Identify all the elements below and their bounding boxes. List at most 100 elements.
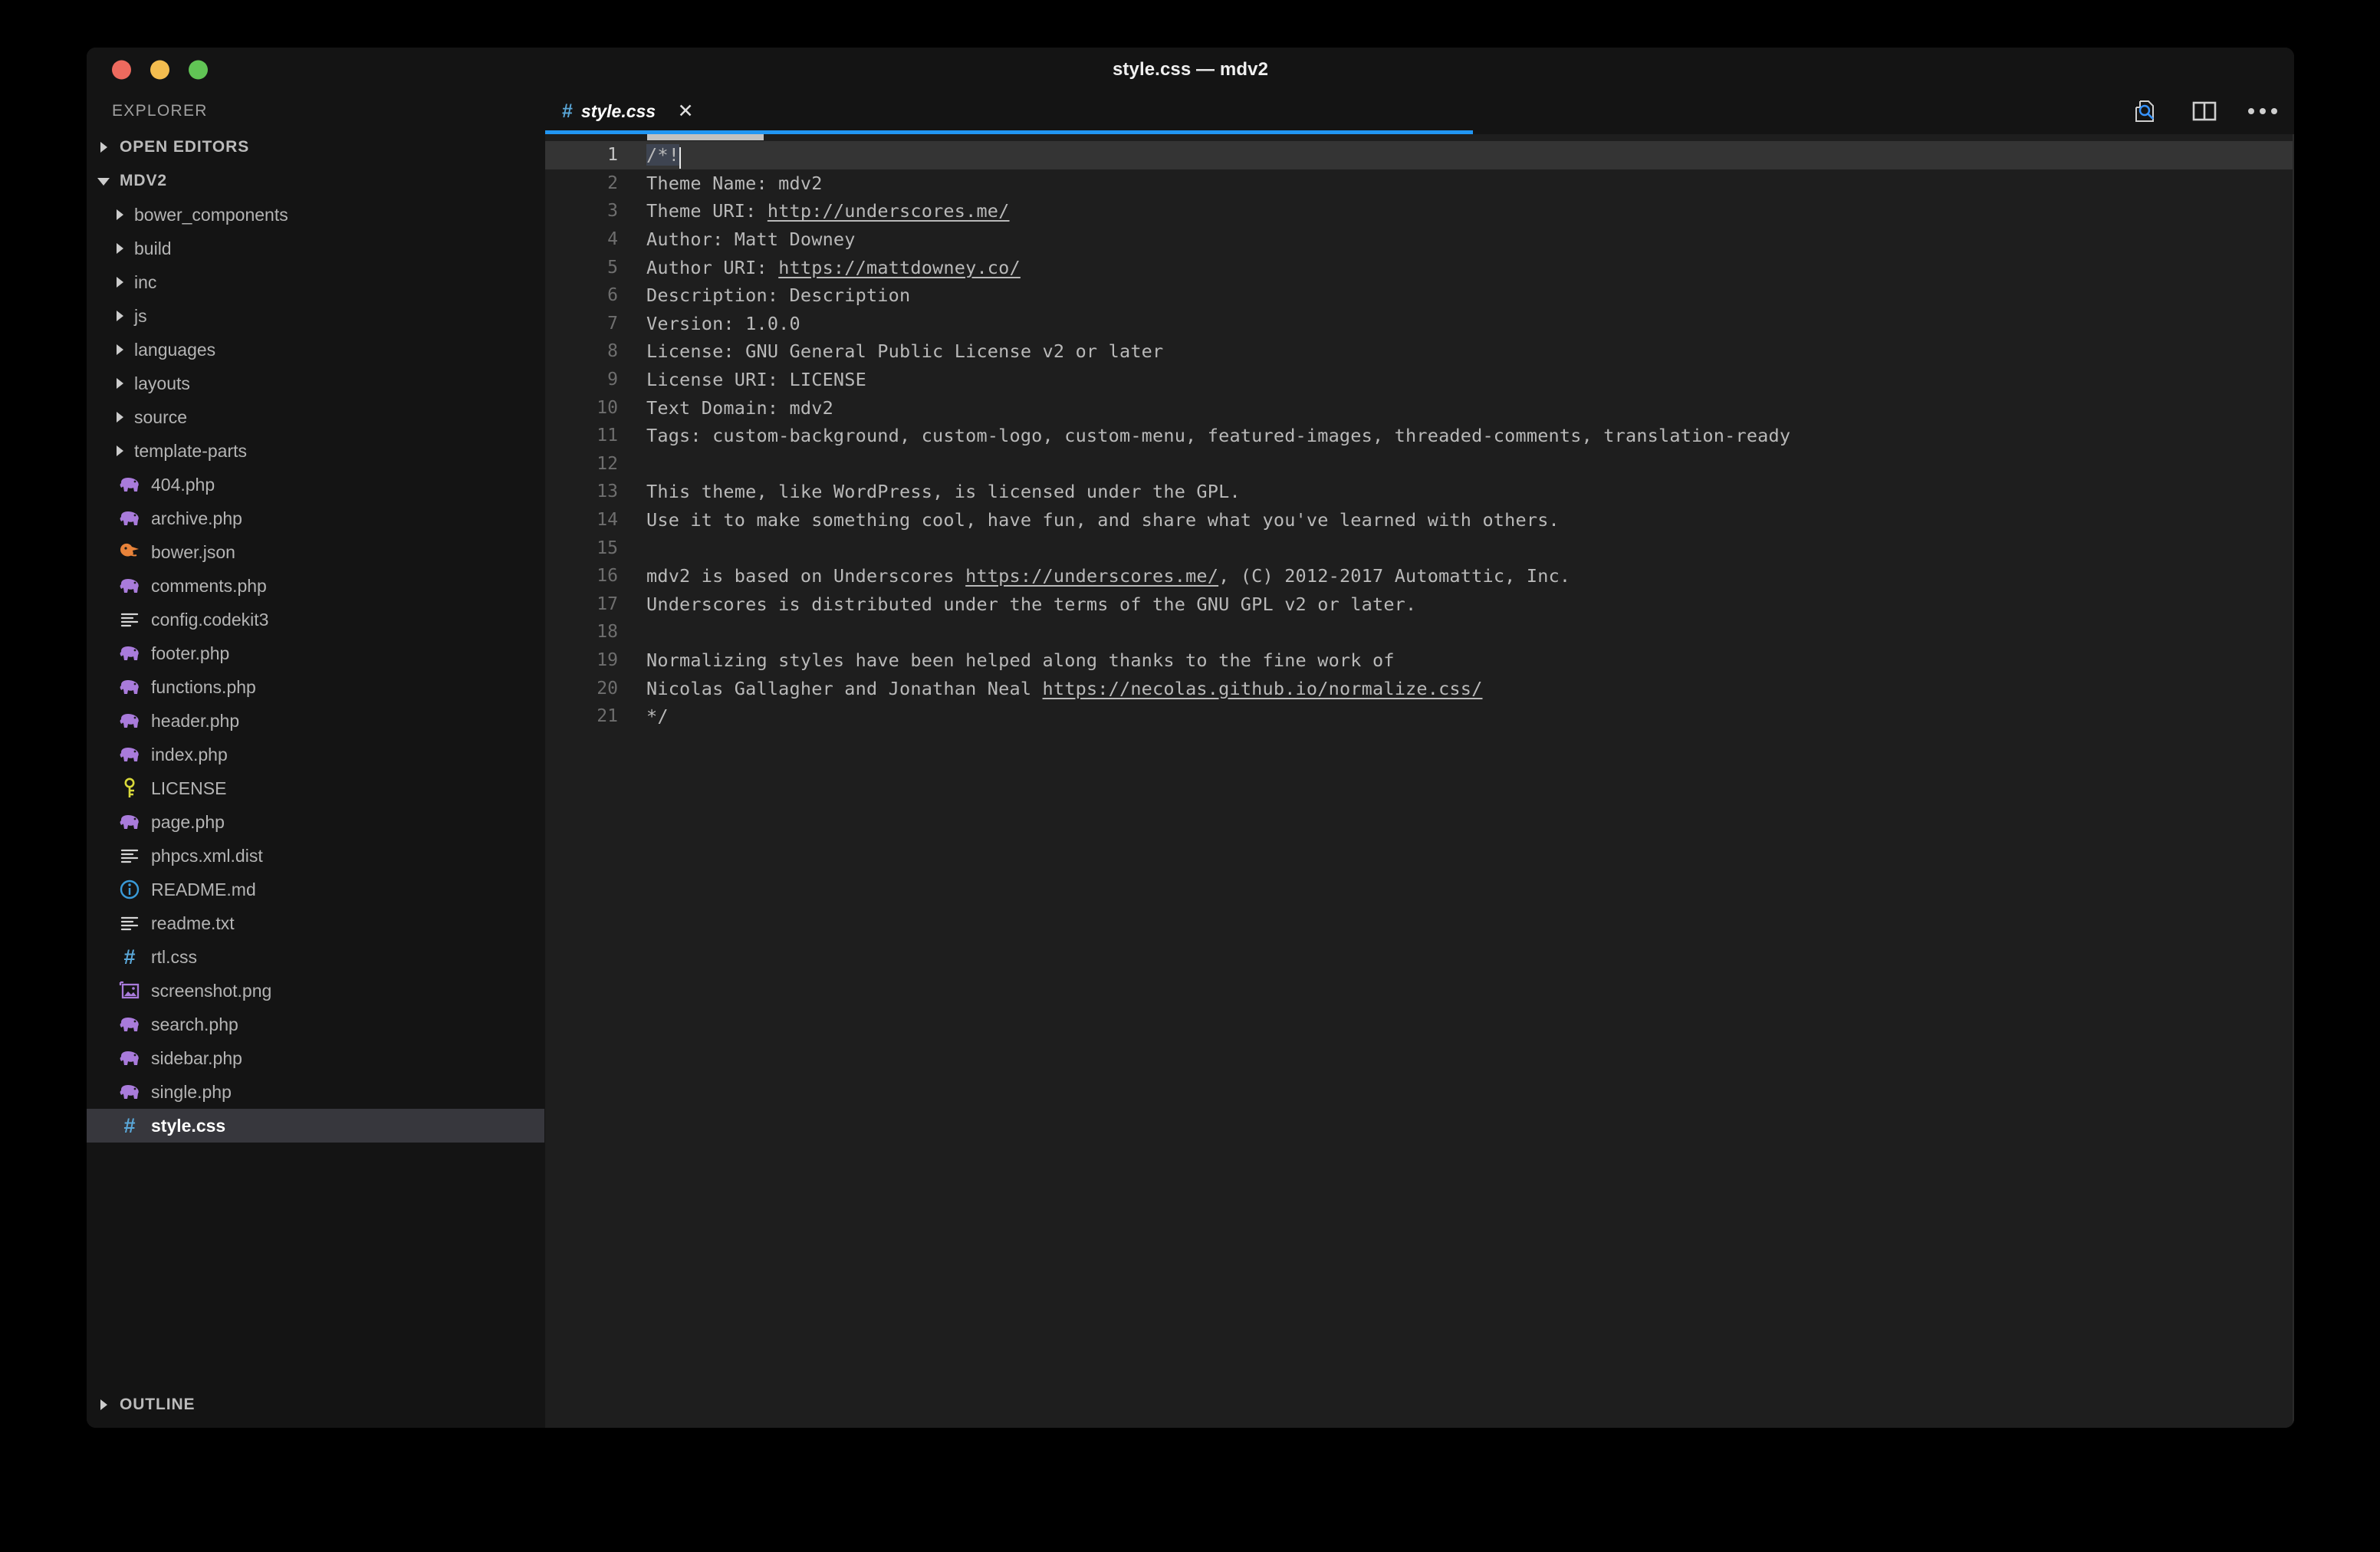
explorer-sidebar: EXPLORER OPEN EDITORS MDV2 bower_compone… [87, 92, 545, 1428]
code-line[interactable]: 7 Version: 1.0.0 [545, 310, 2294, 338]
php-elephant-icon [118, 811, 141, 834]
php-elephant-icon [118, 743, 141, 766]
tree-file-single-php[interactable]: single.php [87, 1075, 545, 1109]
code-span: This theme, like WordPress, is licensed … [646, 481, 1241, 503]
tree-file-index-php[interactable]: index.php [87, 738, 545, 771]
chevron-right-icon [110, 239, 127, 258]
line-number: 9 [607, 370, 618, 390]
tree-file-bower-json[interactable]: bower.json [87, 535, 545, 569]
code-span: Tags: custom-background, custom-logo, cu… [646, 425, 1791, 447]
editor-tab-bar: # style.css ✕ [545, 92, 2294, 130]
code-span: Theme Name: mdv2 [646, 172, 823, 194]
code-line[interactable]: 9 License URI: LICENSE [545, 366, 2294, 394]
tree-folder-languages[interactable]: languages [87, 333, 545, 367]
tree-item-label: bower_components [134, 204, 288, 225]
tab-style-css[interactable]: # style.css ✕ [545, 92, 710, 130]
code-span: Theme URI: [646, 200, 768, 222]
code-line[interactable]: 21 */ [545, 702, 2294, 731]
chevron-right-icon [110, 340, 127, 359]
css-hash-icon: # [123, 1113, 136, 1137]
tree-file-sidebar-php[interactable]: sidebar.php [87, 1041, 545, 1075]
tree-item-label: js [134, 305, 147, 326]
tree-folder-source[interactable]: source [87, 400, 545, 434]
tree-folder-build[interactable]: build [87, 232, 545, 265]
close-tab-button[interactable]: ✕ [676, 101, 695, 121]
tree-folder-template-parts[interactable]: template-parts [87, 434, 545, 468]
tree-folder-inc[interactable]: inc [87, 265, 545, 299]
code-line[interactable]: 14 Use it to make something cool, have fu… [545, 506, 2294, 534]
code-line[interactable]: 8 License: GNU General Public License v2 … [545, 337, 2294, 366]
line-number: 2 [607, 173, 618, 193]
tree-item-label: page.php [151, 811, 225, 832]
code-text: Author URI: https://mattdowney.co/ [646, 257, 1021, 278]
code-line[interactable]: 15 [545, 534, 2294, 562]
tree-file-search-php[interactable]: search.php [87, 1008, 545, 1041]
sidebar-title: EXPLORER [112, 102, 208, 120]
code-line[interactable]: 10 Text Domain: mdv2 [545, 393, 2294, 422]
code-line[interactable]: 2 Theme Name: mdv2 [545, 169, 2294, 198]
code-link[interactable]: https://underscores.me/ [965, 565, 1218, 587]
line-number: 12 [597, 453, 618, 474]
split-editor-icon[interactable] [2190, 97, 2219, 126]
tree-folder-bower-components[interactable]: bower_components [87, 198, 545, 232]
code-line[interactable]: 5 Author URI: https://mattdowney.co/ [545, 253, 2294, 281]
tree-file-readme-txt[interactable]: readme.txt [87, 906, 545, 940]
code-line[interactable]: 6 Description: Description [545, 281, 2294, 310]
tree-folder-js[interactable]: js [87, 299, 545, 333]
tree-item-label: archive.php [151, 508, 242, 528]
code-line[interactable]: 4 Author: Matt Downey [545, 225, 2294, 254]
outline-header[interactable]: OUTLINE [87, 1388, 545, 1422]
tree-file-archive-php[interactable]: archive.php [87, 501, 545, 535]
tree-file-screenshot-png[interactable]: screenshot.png [87, 974, 545, 1008]
more-actions-icon[interactable] [2248, 97, 2277, 126]
tree-file-functions-php[interactable]: functions.php [87, 670, 545, 704]
tree-file-page-php[interactable]: page.php [87, 805, 545, 839]
tree-item-label: source [134, 406, 188, 427]
tree-folder-layouts[interactable]: layouts [87, 367, 545, 400]
tree-file-footer-php[interactable]: footer.php [87, 636, 545, 670]
chevron-right-icon [110, 442, 127, 460]
tree-file-404-php[interactable]: 404.php [87, 468, 545, 501]
code-line[interactable]: 19 Normalizing styles have been helped al… [545, 646, 2294, 675]
tree-item-label: template-parts [134, 440, 248, 461]
code-link[interactable]: https://mattdowney.co/ [778, 257, 1021, 278]
code-line[interactable]: 16 mdv2 is based on Underscores https://u… [545, 562, 2294, 590]
tree-file-license[interactable]: LICENSE [87, 771, 545, 805]
tree-item-label: readme.txt [151, 912, 235, 933]
tree-file-style-css[interactable]: # style.css [87, 1109, 544, 1143]
tree-file-comments-php[interactable]: comments.php [87, 569, 545, 603]
tree-file-header-php[interactable]: header.php [87, 704, 545, 738]
code-link[interactable]: http://underscores.me/ [768, 200, 1010, 222]
code-link[interactable]: https://necolas.github.io/normalize.css/ [1043, 678, 1483, 699]
chevron-right-icon [110, 408, 127, 426]
sidebar-section-outline[interactable]: OUTLINE [87, 1388, 545, 1428]
code-line[interactable]: 18 [545, 618, 2294, 646]
code-line[interactable]: 12 [545, 450, 2294, 478]
code-span: , (C) 2012-2017 Automattic, Inc. [1218, 565, 1571, 587]
code-line[interactable]: 17 Underscores is distributed under the t… [545, 590, 2294, 619]
code-text: License: GNU General Public License v2 o… [646, 340, 1163, 362]
tree-file-config-codekit3[interactable]: config.codekit3 [87, 603, 545, 636]
sidebar-section-open-editors[interactable]: OPEN EDITORS [87, 130, 545, 164]
vertical-scrollbar[interactable] [2293, 134, 2294, 1428]
code-editor[interactable]: 1 /*! 2 Theme Name: mdv2 3 Theme URI: http://… [545, 134, 2294, 1428]
tree-file-rtl-css[interactable]: # rtl.css [87, 940, 545, 974]
section-label: OPEN EDITORS [120, 138, 250, 156]
window-title: style.css — mdv2 [1112, 59, 1269, 80]
sidebar-section-mdv2[interactable]: MDV2 [87, 164, 545, 198]
tree-item-label: index.php [151, 744, 228, 764]
tree-file-phpcs-xml-dist[interactable]: phpcs.xml.dist [87, 839, 545, 873]
tree-file-readme-md[interactable]: README.md [87, 873, 545, 906]
tab-list: # style.css ✕ [545, 92, 710, 130]
open-preview-icon[interactable] [2132, 97, 2161, 126]
code-line[interactable]: 11 Tags: custom-background, custom-logo, … [545, 422, 2294, 450]
info-circle-icon [118, 878, 141, 901]
text-lines-icon [118, 608, 141, 631]
code-line[interactable]: 20 Nicolas Gallagher and Jonathan Neal ht… [545, 674, 2294, 702]
code-text: Description: Description [646, 284, 910, 306]
code-line[interactable]: 1 /*! [545, 141, 2294, 169]
line-number: 1 [607, 145, 618, 166]
code-line[interactable]: 13 This theme, like WordPress, is license… [545, 478, 2294, 506]
line-number: 8 [607, 341, 618, 362]
code-line[interactable]: 3 Theme URI: http://underscores.me/ [545, 197, 2294, 225]
